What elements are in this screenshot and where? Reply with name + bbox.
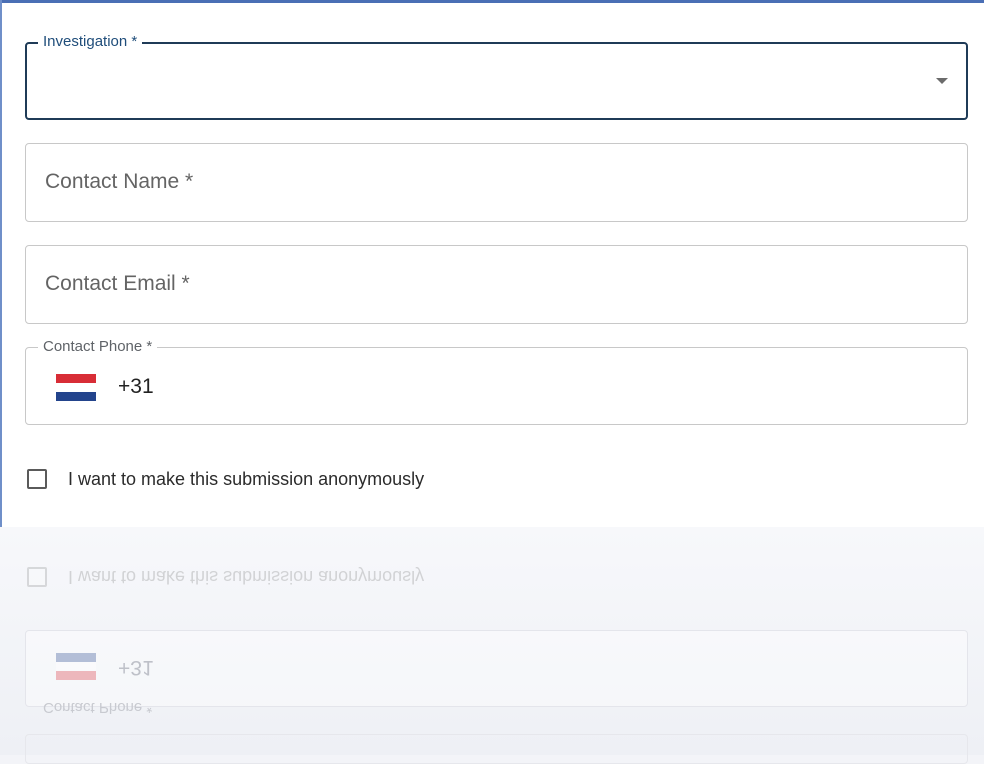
contact-phone-field[interactable]: Contact Phone * +31 — [25, 338, 968, 425]
contact-name-placeholder: Contact Name * — [45, 170, 194, 193]
anonymous-checkbox[interactable] — [27, 469, 47, 489]
chevron-down-icon[interactable] — [936, 78, 948, 84]
contact-email-placeholder: Contact Email * — [45, 272, 190, 295]
anonymous-checkbox-label[interactable]: I want to make this submission anonymous… — [68, 468, 424, 490]
contact-phone-label: Contact Phone * — [38, 338, 158, 356]
phone-dial-code[interactable]: +31 — [118, 375, 154, 399]
reflection-backdrop — [0, 527, 984, 755]
contact-email-field[interactable]: Contact Email * — [25, 245, 968, 324]
investigation-select[interactable]: Investigation * — [25, 33, 968, 120]
netherlands-flag-icon[interactable] — [56, 374, 96, 401]
contact-name-field[interactable]: Contact Name * — [25, 143, 968, 222]
anonymous-option[interactable]: I want to make this submission anonymous… — [27, 466, 424, 492]
investigation-label: Investigation * — [38, 33, 143, 51]
